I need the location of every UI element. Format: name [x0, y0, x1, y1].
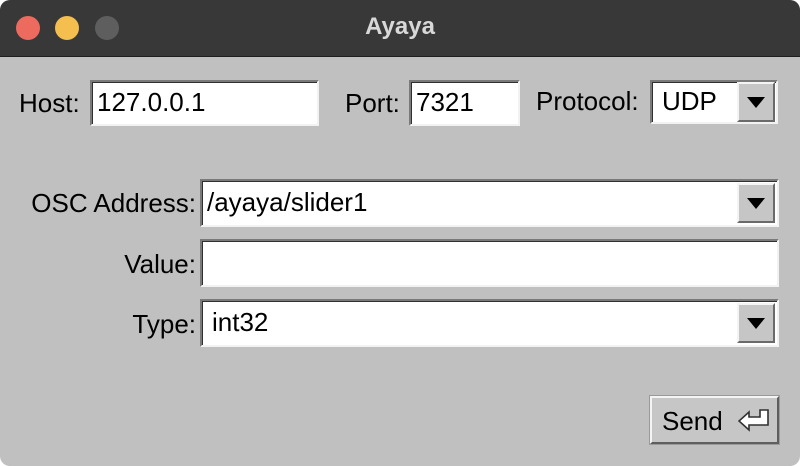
- title-bar[interactable]: Ayaya: [0, 0, 800, 57]
- osc-address-label: OSC Address:: [31, 188, 196, 218]
- value-label: Value:: [124, 249, 196, 279]
- host-label: Host:: [19, 88, 80, 118]
- chevron-down-icon: [747, 97, 765, 108]
- port-label: Port:: [345, 88, 400, 118]
- return-icon: [738, 409, 769, 432]
- type-label: Type:: [132, 309, 196, 339]
- port-field[interactable]: 7321: [409, 80, 520, 126]
- value-field[interactable]: [200, 239, 779, 287]
- protocol-label: Protocol:: [536, 86, 639, 116]
- osc-address-field[interactable]: /ayaya/slider1: [200, 179, 779, 227]
- send-button[interactable]: Send: [649, 395, 780, 445]
- app-window: Ayaya Host: 127.0.0.1 Port: 7321 Protoco…: [0, 0, 800, 466]
- window-title: Ayaya: [365, 13, 435, 40]
- protocol-dropdown-button[interactable]: [737, 82, 775, 122]
- send-button-label: Send: [662, 406, 723, 436]
- type-select[interactable]: int32: [200, 299, 779, 347]
- chevron-down-icon: [747, 198, 765, 209]
- host-field[interactable]: 127.0.0.1: [90, 80, 319, 126]
- chevron-down-icon: [747, 318, 765, 329]
- osc-address-dropdown-button[interactable]: [737, 183, 775, 223]
- type-dropdown-button[interactable]: [737, 303, 775, 343]
